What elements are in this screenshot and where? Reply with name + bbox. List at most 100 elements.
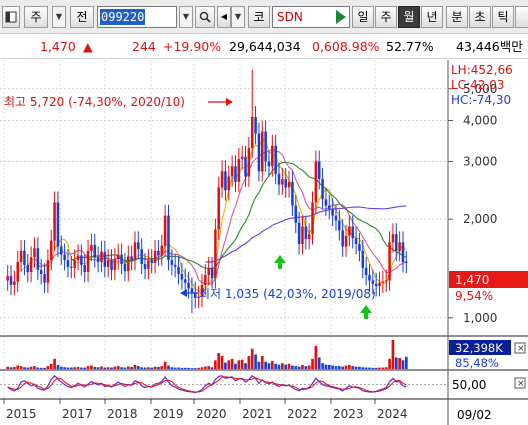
volume-bar [13, 366, 16, 369]
volume-bar [247, 355, 251, 369]
prev-button[interactable]: 전 [70, 6, 94, 28]
candle-body [150, 260, 153, 263]
stock-code-input[interactable]: 099220 [97, 6, 177, 28]
volume-bar [217, 353, 221, 369]
stock-list-dropdown-icon[interactable]: ▼ [231, 6, 245, 28]
volume-bar [106, 367, 110, 369]
candle-body [133, 242, 137, 261]
candle-body [147, 260, 150, 269]
volume-bar [83, 367, 87, 369]
oscillator-close-x: × [517, 379, 525, 389]
volume-bar [96, 367, 100, 369]
period-month-button[interactable]: 월 [398, 6, 420, 28]
info-lc: LC:42,03 [451, 78, 504, 92]
candle-body [170, 260, 174, 265]
volume-bar [317, 357, 321, 369]
turnover-ratio: 0,608.98% [312, 39, 380, 54]
period-minute-button[interactable]: 분 [446, 6, 468, 28]
stock-chart[interactable]: 1,0002,0003,0004,0005,0002015 2017 2018 201… [0, 60, 528, 425]
candle-body [167, 215, 170, 261]
volume-bar [304, 366, 308, 369]
candle-body [227, 176, 231, 191]
volume-bar [170, 367, 174, 369]
candle-body [358, 243, 361, 251]
period-second-button[interactable]: 초 [469, 6, 491, 28]
volume-bar [130, 366, 133, 369]
volume-bar [160, 366, 164, 369]
window-icon[interactable] [2, 6, 20, 28]
candle-body [264, 131, 267, 162]
volume-bar [250, 348, 254, 369]
volume-bar [324, 364, 328, 369]
price-tick-label: 4,000 [463, 114, 497, 128]
candle-body [314, 161, 318, 203]
change-arrow-icon: ▲ [83, 39, 93, 54]
volume-bar [401, 360, 405, 369]
more-button[interactable] [515, 6, 528, 28]
volume-bar [240, 359, 244, 369]
candle-body [277, 173, 281, 185]
volume-bar [334, 366, 338, 369]
volume-bar [378, 367, 381, 369]
volume-bar [374, 367, 378, 369]
date-label: 09/02 [457, 408, 492, 422]
volume-bar [388, 358, 391, 369]
candle-body [153, 250, 157, 263]
candle-body [374, 283, 378, 287]
candle-body [73, 260, 76, 268]
volume-bar [237, 360, 241, 369]
volume-bar [180, 367, 184, 369]
price-tag-percent: 9,54% [455, 289, 493, 303]
candle-body [354, 238, 358, 244]
period-week-button[interactable]: 주 [375, 6, 397, 28]
candle-body [29, 257, 33, 272]
change-percent: +19.90% [163, 39, 222, 54]
volume-bar [6, 366, 10, 369]
candle-body [157, 250, 160, 256]
candle-body [311, 202, 314, 235]
candle-body [90, 244, 93, 251]
search-icon[interactable] [195, 6, 215, 28]
volume-bar [63, 367, 66, 369]
candle-body [173, 264, 177, 267]
candle-body [381, 281, 385, 283]
info-lh: LH:452,66 [451, 63, 513, 77]
period-year-button[interactable]: 년 [421, 6, 443, 28]
volume-bar [143, 367, 147, 369]
candle-body [187, 282, 190, 289]
volume-bar [264, 361, 267, 369]
candle-body [140, 249, 143, 264]
time-tick-label: 2022 [287, 407, 318, 421]
candle-body [204, 275, 207, 285]
candle-body [391, 234, 395, 243]
volume-bar [167, 365, 170, 369]
volume-bar [301, 364, 304, 369]
candle-body [284, 179, 287, 188]
change-amount: 244 [132, 39, 156, 54]
period-tick-button[interactable]: 틱 [492, 6, 514, 28]
period-day-button[interactable]: 일 [352, 6, 374, 28]
candle-body [9, 276, 13, 285]
volume-bar [26, 367, 30, 369]
code-dropdown-icon[interactable]: ▼ [179, 6, 193, 28]
candle-body [36, 248, 40, 270]
price-tick-label: 1,000 [463, 311, 497, 325]
volume-bar [147, 367, 150, 369]
volume-bar [224, 362, 227, 369]
candle-body [33, 248, 36, 258]
candle-body [106, 260, 110, 267]
volume-bar [36, 367, 40, 369]
volume-bar [43, 367, 46, 369]
chart-area[interactable]: 1,000 2,000 3,000 4,000 5,000 2015 2017 2018 201… [0, 60, 528, 425]
volume-bar [86, 366, 90, 369]
candle-body [388, 242, 391, 281]
volume-bar [39, 367, 43, 369]
candle-body [244, 156, 247, 177]
prev-stock-icon[interactable]: ◀ [217, 6, 231, 28]
market-button[interactable]: 주 [24, 6, 48, 28]
candle-body [110, 260, 113, 270]
volume-bar [103, 367, 107, 369]
volume-bar [80, 367, 83, 369]
market-dropdown-icon[interactable]: ▼ [52, 6, 66, 28]
volume-bar [351, 366, 355, 369]
